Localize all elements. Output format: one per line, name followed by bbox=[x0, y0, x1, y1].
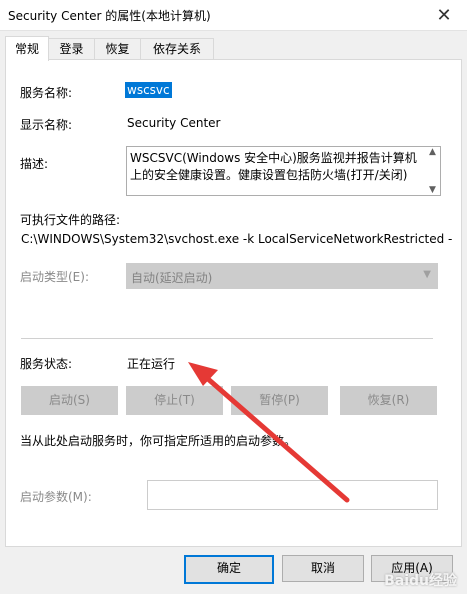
startup-params-input[interactable] bbox=[147, 480, 438, 510]
startup-type-label: 启动类型(E): bbox=[20, 270, 89, 284]
service-name-label: 服务名称: bbox=[20, 86, 73, 100]
stop-button[interactable]: 停止(T) bbox=[126, 386, 223, 415]
display-name-value[interactable]: Security Center bbox=[127, 116, 220, 130]
start-button[interactable]: 启动(S) bbox=[21, 386, 118, 415]
general-panel: 服务名称: wscsvc 显示名称: Security Center 描述: W… bbox=[5, 59, 462, 547]
path-label: 可执行文件的路径: bbox=[20, 213, 121, 227]
tab-dependencies[interactable]: 依存关系 bbox=[140, 38, 214, 60]
description-label: 描述: bbox=[20, 157, 49, 171]
tab-general[interactable]: 常规 bbox=[5, 36, 49, 61]
window-title: Security Center 的属性(本地计算机) bbox=[8, 9, 211, 23]
ok-button[interactable]: 确定 bbox=[184, 555, 274, 584]
scroll-down-icon[interactable]: ▼ bbox=[429, 185, 436, 195]
path-value: C:\WINDOWS\System32\svchost.exe -k Local… bbox=[21, 232, 453, 246]
description-scrollbar[interactable]: ▲ ▼ bbox=[425, 147, 440, 195]
close-icon[interactable]: ✕ bbox=[421, 0, 467, 30]
display-name-label: 显示名称: bbox=[20, 118, 73, 132]
scroll-up-icon[interactable]: ▲ bbox=[429, 147, 436, 157]
pause-button[interactable]: 暂停(P) bbox=[231, 386, 328, 415]
title-bar: Security Center 的属性(本地计算机) ✕ bbox=[0, 0, 467, 31]
startup-type-select[interactable]: 自动(延迟启动) ▼ bbox=[126, 263, 438, 289]
service-status-label: 服务状态: bbox=[20, 357, 73, 371]
description-box[interactable]: WSCSVC(Windows 安全中心)服务监视并报告计算机上的安全健康设置。健… bbox=[126, 146, 441, 196]
startup-type-value: 自动(延迟启动) bbox=[131, 271, 213, 285]
cancel-button[interactable]: 取消 bbox=[282, 555, 364, 582]
divider bbox=[21, 338, 433, 339]
chevron-down-icon: ▼ bbox=[423, 269, 431, 280]
service-name-value[interactable]: wscsvc bbox=[125, 82, 172, 98]
startup-params-hint: 当从此处启动服务时，你可指定所适用的启动参数。 bbox=[20, 434, 297, 448]
resume-button[interactable]: 恢复(R) bbox=[340, 386, 437, 415]
service-status-value: 正在运行 bbox=[127, 357, 176, 371]
tab-logon[interactable]: 登录 bbox=[48, 38, 95, 60]
startup-params-label: 启动参数(M): bbox=[20, 490, 92, 504]
description-text: WSCSVC(Windows 安全中心)服务监视并报告计算机上的安全健康设置。健… bbox=[130, 151, 417, 182]
watermark: Baidu经验 bbox=[384, 573, 457, 589]
service-name-text: wscsvc bbox=[125, 82, 172, 98]
tab-recovery[interactable]: 恢复 bbox=[94, 38, 141, 60]
